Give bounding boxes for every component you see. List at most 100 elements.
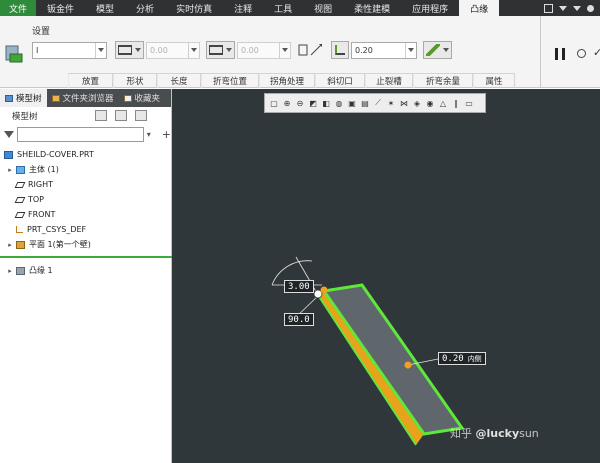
tree-item-label: FRONT	[28, 210, 56, 219]
tree-item-flange[interactable]: ▸ 凸缘 1	[0, 263, 171, 278]
pause-icon[interactable]	[555, 48, 565, 60]
tab-shape[interactable]: 形状	[113, 74, 157, 88]
tree-toolbar-icons	[95, 110, 147, 121]
tree-search-input[interactable]	[17, 126, 144, 142]
favorites-icon	[123, 94, 132, 102]
planar-wall-icon	[16, 240, 25, 249]
tree-item-right[interactable]: RIGHT	[0, 177, 171, 192]
panel-tabs: 模型树 文件夹浏览器 收藏夹	[0, 89, 171, 107]
length-1-value: 0.00	[150, 45, 168, 55]
length-type-2-button[interactable]	[206, 41, 235, 59]
model-tree-icon	[5, 94, 13, 102]
tab-favorites[interactable]: 收藏夹	[119, 89, 166, 107]
menu-analysis[interactable]: 分析	[125, 0, 165, 16]
help-icon[interactable]	[587, 4, 594, 12]
menu-applications[interactable]: 应用程序	[401, 0, 459, 16]
length-2-value: 0.00	[241, 45, 259, 55]
length-2-field[interactable]: 0.00	[237, 41, 291, 59]
tab-miter-cut[interactable]: 斜切口	[315, 74, 365, 88]
menu-model[interactable]: 模型	[85, 0, 125, 16]
datum-plane-icon	[14, 211, 26, 218]
flip-direction-icon[interactable]	[297, 41, 325, 59]
thickness-dimension[interactable]: 0.20 内侧	[438, 352, 486, 365]
thickness-dimension-value: 0.20	[442, 353, 464, 364]
angle-dimension[interactable]: 90.0	[284, 313, 314, 326]
tab-bend-position[interactable]: 折弯位置	[201, 74, 259, 88]
tab-folder-browser-label: 文件夹浏览器	[62, 94, 114, 104]
flange-feature-icon	[5, 45, 23, 63]
datum-plane-icon	[14, 196, 26, 203]
tree-item-label: 平面 1(第一个壁)	[29, 240, 91, 249]
datum-plane-icon	[14, 181, 26, 188]
menu-flexible-modeling[interactable]: 柔性建模	[343, 0, 401, 16]
thickness-field[interactable]: 0.20	[351, 41, 417, 59]
show-icon[interactable]	[115, 110, 127, 121]
tab-placement[interactable]: 放置	[68, 74, 113, 88]
tree-item-body[interactable]: ▸ 主体 (1)	[0, 162, 171, 177]
watermark-prefix: 知乎	[450, 427, 476, 440]
menu-tools[interactable]: 工具	[263, 0, 303, 16]
length-type-icon	[209, 45, 223, 55]
tree-item-top[interactable]: TOP	[0, 192, 171, 207]
tab-folder-browser[interactable]: 文件夹浏览器	[47, 89, 119, 107]
menu-live-simulation[interactable]: 实时仿真	[165, 0, 223, 16]
window-controls	[544, 0, 600, 16]
flange-ribbon: 设置 I 0.00 0.00 0.20 放置 形状 长度 折弯位置 拐角处理 斜…	[0, 16, 600, 88]
confirm-icon[interactable]: ✓	[593, 46, 600, 59]
length-type-icon	[118, 45, 132, 55]
shape-select[interactable]: I	[32, 41, 107, 59]
flange-controls-row: I 0.00 0.00 0.20	[32, 41, 454, 59]
thickness-side-button[interactable]	[331, 41, 349, 59]
chevron-down-icon[interactable]	[559, 5, 567, 11]
tab-model-tree[interactable]: 模型树	[0, 89, 47, 107]
left-panel: 模型树 文件夹浏览器 收藏夹 模型树 ▾ + SHEILD-COVER.PRT	[0, 89, 172, 463]
chevron-down-icon[interactable]	[188, 42, 199, 58]
add-icon[interactable]: +	[162, 128, 171, 141]
drag-handle-thickness[interactable]	[404, 361, 412, 369]
thickness-value: 0.20	[355, 45, 373, 55]
chevron-down-icon[interactable]: ▾	[147, 130, 151, 139]
tab-properties[interactable]: 属性	[473, 74, 515, 88]
tab-relief[interactable]: 止裂槽	[365, 74, 413, 88]
shape-value: I	[36, 45, 39, 55]
tree-item-part[interactable]: SHEILD-COVER.PRT	[0, 147, 171, 162]
tab-corner-treatment[interactable]: 拐角处理	[259, 74, 315, 88]
tree-settings-icon[interactable]	[95, 110, 107, 121]
bend-radius-button[interactable]	[423, 41, 452, 59]
chevron-down-icon[interactable]	[279, 42, 290, 58]
tree-item-label: RIGHT	[28, 180, 54, 189]
chevron-down-icon	[443, 48, 449, 52]
tab-flange[interactable]: 凸缘	[459, 0, 500, 16]
expand-arrow-icon[interactable]: ▸	[6, 166, 14, 174]
tree-filter-icon[interactable]	[135, 110, 147, 121]
tree-item-csys[interactable]: PRT_CSYS_DEF	[0, 222, 171, 237]
menu-sheetmetal[interactable]: 钣金件	[36, 0, 85, 16]
menu-file[interactable]: 文件	[0, 0, 37, 16]
watermark: 知乎 @luckysun	[450, 425, 539, 441]
watermark-handle: @lucky	[475, 427, 520, 440]
radius-dimension[interactable]: 3.00	[284, 280, 314, 293]
minimize-ribbon-icon[interactable]	[544, 3, 553, 13]
graphics-window[interactable]: ▢ ⊕ ⊖ ◩ ◧ ◍ ▣ ▤ ⟋ ✶ ⋈ ◈ ◉ △ ∥ ▭ 3.00 90.…	[172, 89, 600, 463]
menu-annotate[interactable]: 注释	[223, 0, 263, 16]
length-type-1-button[interactable]	[115, 41, 144, 59]
watermark-suffix: sun	[519, 427, 539, 440]
tab-length[interactable]: 长度	[157, 74, 201, 88]
menu-view[interactable]: 视图	[303, 0, 343, 16]
drag-handle-corner[interactable]	[320, 286, 328, 294]
chevron-down-icon[interactable]	[95, 42, 106, 58]
expand-arrow-icon[interactable]: ▸	[6, 267, 14, 275]
chevron-down-icon[interactable]	[405, 42, 416, 58]
filter-row: ▾ +	[0, 125, 171, 143]
length-1-field[interactable]: 0.00	[146, 41, 200, 59]
tree-item-planar-wall[interactable]: ▸ 平面 1(第一个壁)	[0, 237, 171, 252]
csys-icon	[16, 226, 23, 233]
cancel-icon[interactable]	[577, 49, 586, 58]
expand-arrow-icon[interactable]: ▸	[6, 241, 14, 249]
insert-here-indicator	[0, 256, 172, 258]
customize-dropdown-icon[interactable]	[573, 5, 581, 11]
tab-bend-allowance[interactable]: 折弯余量	[413, 74, 473, 88]
tree-item-front[interactable]: FRONT	[0, 207, 171, 222]
filter-icon[interactable]	[4, 130, 14, 138]
folder-icon	[51, 94, 60, 102]
